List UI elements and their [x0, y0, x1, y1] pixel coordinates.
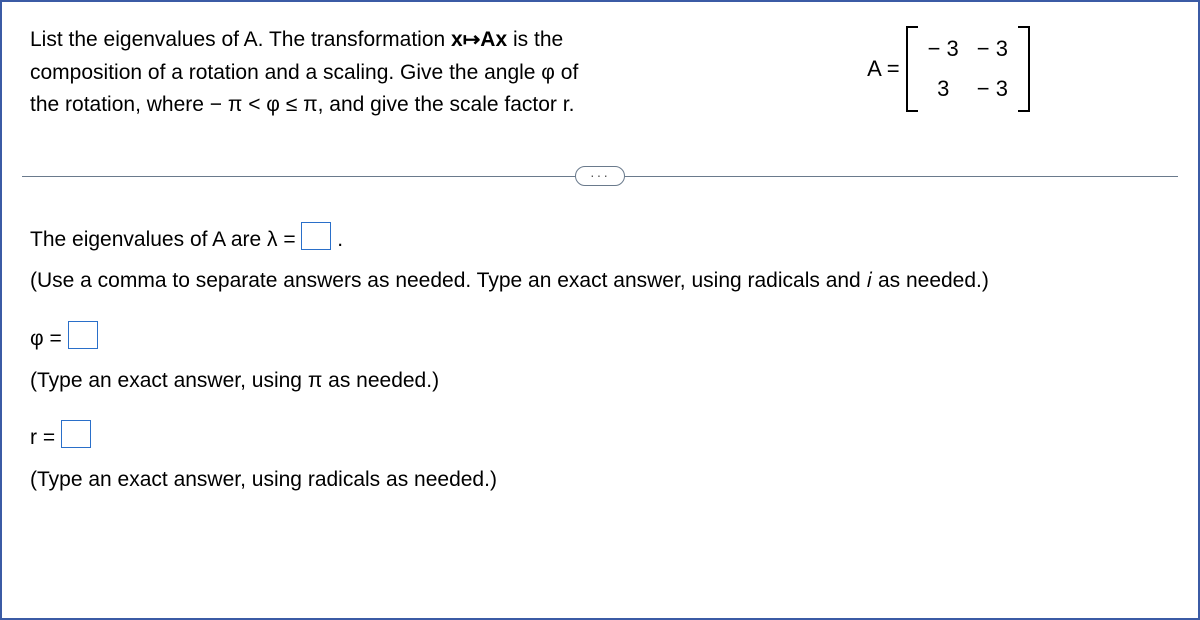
- phi-block: φ = (Type an exact answer, using π as ne…: [30, 321, 1170, 398]
- expand-button[interactable]: ···: [575, 166, 625, 186]
- matrix-label: A =: [867, 56, 899, 82]
- phi-label: φ =: [30, 327, 62, 350]
- question-card: List the eigenvalues of A. The transform…: [0, 0, 1200, 620]
- lambda-period: .: [337, 228, 343, 251]
- matrix-display: A = − 3 − 3 3 − 3: [867, 26, 1030, 112]
- lambda-label: The eigenvalues of A are λ =: [30, 228, 296, 251]
- top-section: List the eigenvalues of A. The transform…: [30, 24, 1170, 122]
- r-hint: (Type an exact answer, using radicals as…: [30, 462, 1170, 498]
- r-input[interactable]: [61, 420, 91, 448]
- prompt-text: the rotation, where − π < φ ≤ π, and giv…: [30, 93, 574, 116]
- matrix-cell: − 3: [928, 36, 959, 62]
- question-prompt: List the eigenvalues of A. The transform…: [30, 24, 827, 122]
- prompt-text: List the eigenvalues of A. The transform…: [30, 28, 451, 51]
- lambda-input[interactable]: [301, 222, 331, 250]
- section-divider: ···: [30, 166, 1170, 186]
- phi-hint: (Type an exact answer, using π as needed…: [30, 363, 1170, 399]
- matrix-cell: − 3: [977, 76, 1008, 102]
- r-label: r =: [30, 426, 55, 449]
- map-expression: x↦Ax: [451, 28, 507, 51]
- r-line: r =: [30, 420, 1170, 456]
- matrix-cell: 3: [928, 76, 959, 102]
- lambda-hint: (Use a comma to separate answers as need…: [30, 263, 1170, 299]
- matrix-cell: − 3: [977, 36, 1008, 62]
- prompt-text: is the: [507, 28, 563, 51]
- r-block: r = (Type an exact answer, using radical…: [30, 420, 1170, 497]
- lambda-line: The eigenvalues of A are λ = .: [30, 222, 1170, 258]
- prompt-text: composition of a rotation and a scaling.…: [30, 61, 578, 84]
- left-bracket-icon: [906, 26, 918, 112]
- right-bracket-icon: [1018, 26, 1030, 112]
- matrix-grid: − 3 − 3 3 − 3: [918, 26, 1018, 112]
- phi-input[interactable]: [68, 321, 98, 349]
- phi-line: φ =: [30, 321, 1170, 357]
- matrix-brackets: − 3 − 3 3 − 3: [906, 26, 1030, 112]
- answers-section: The eigenvalues of A are λ = . (Use a co…: [30, 222, 1170, 498]
